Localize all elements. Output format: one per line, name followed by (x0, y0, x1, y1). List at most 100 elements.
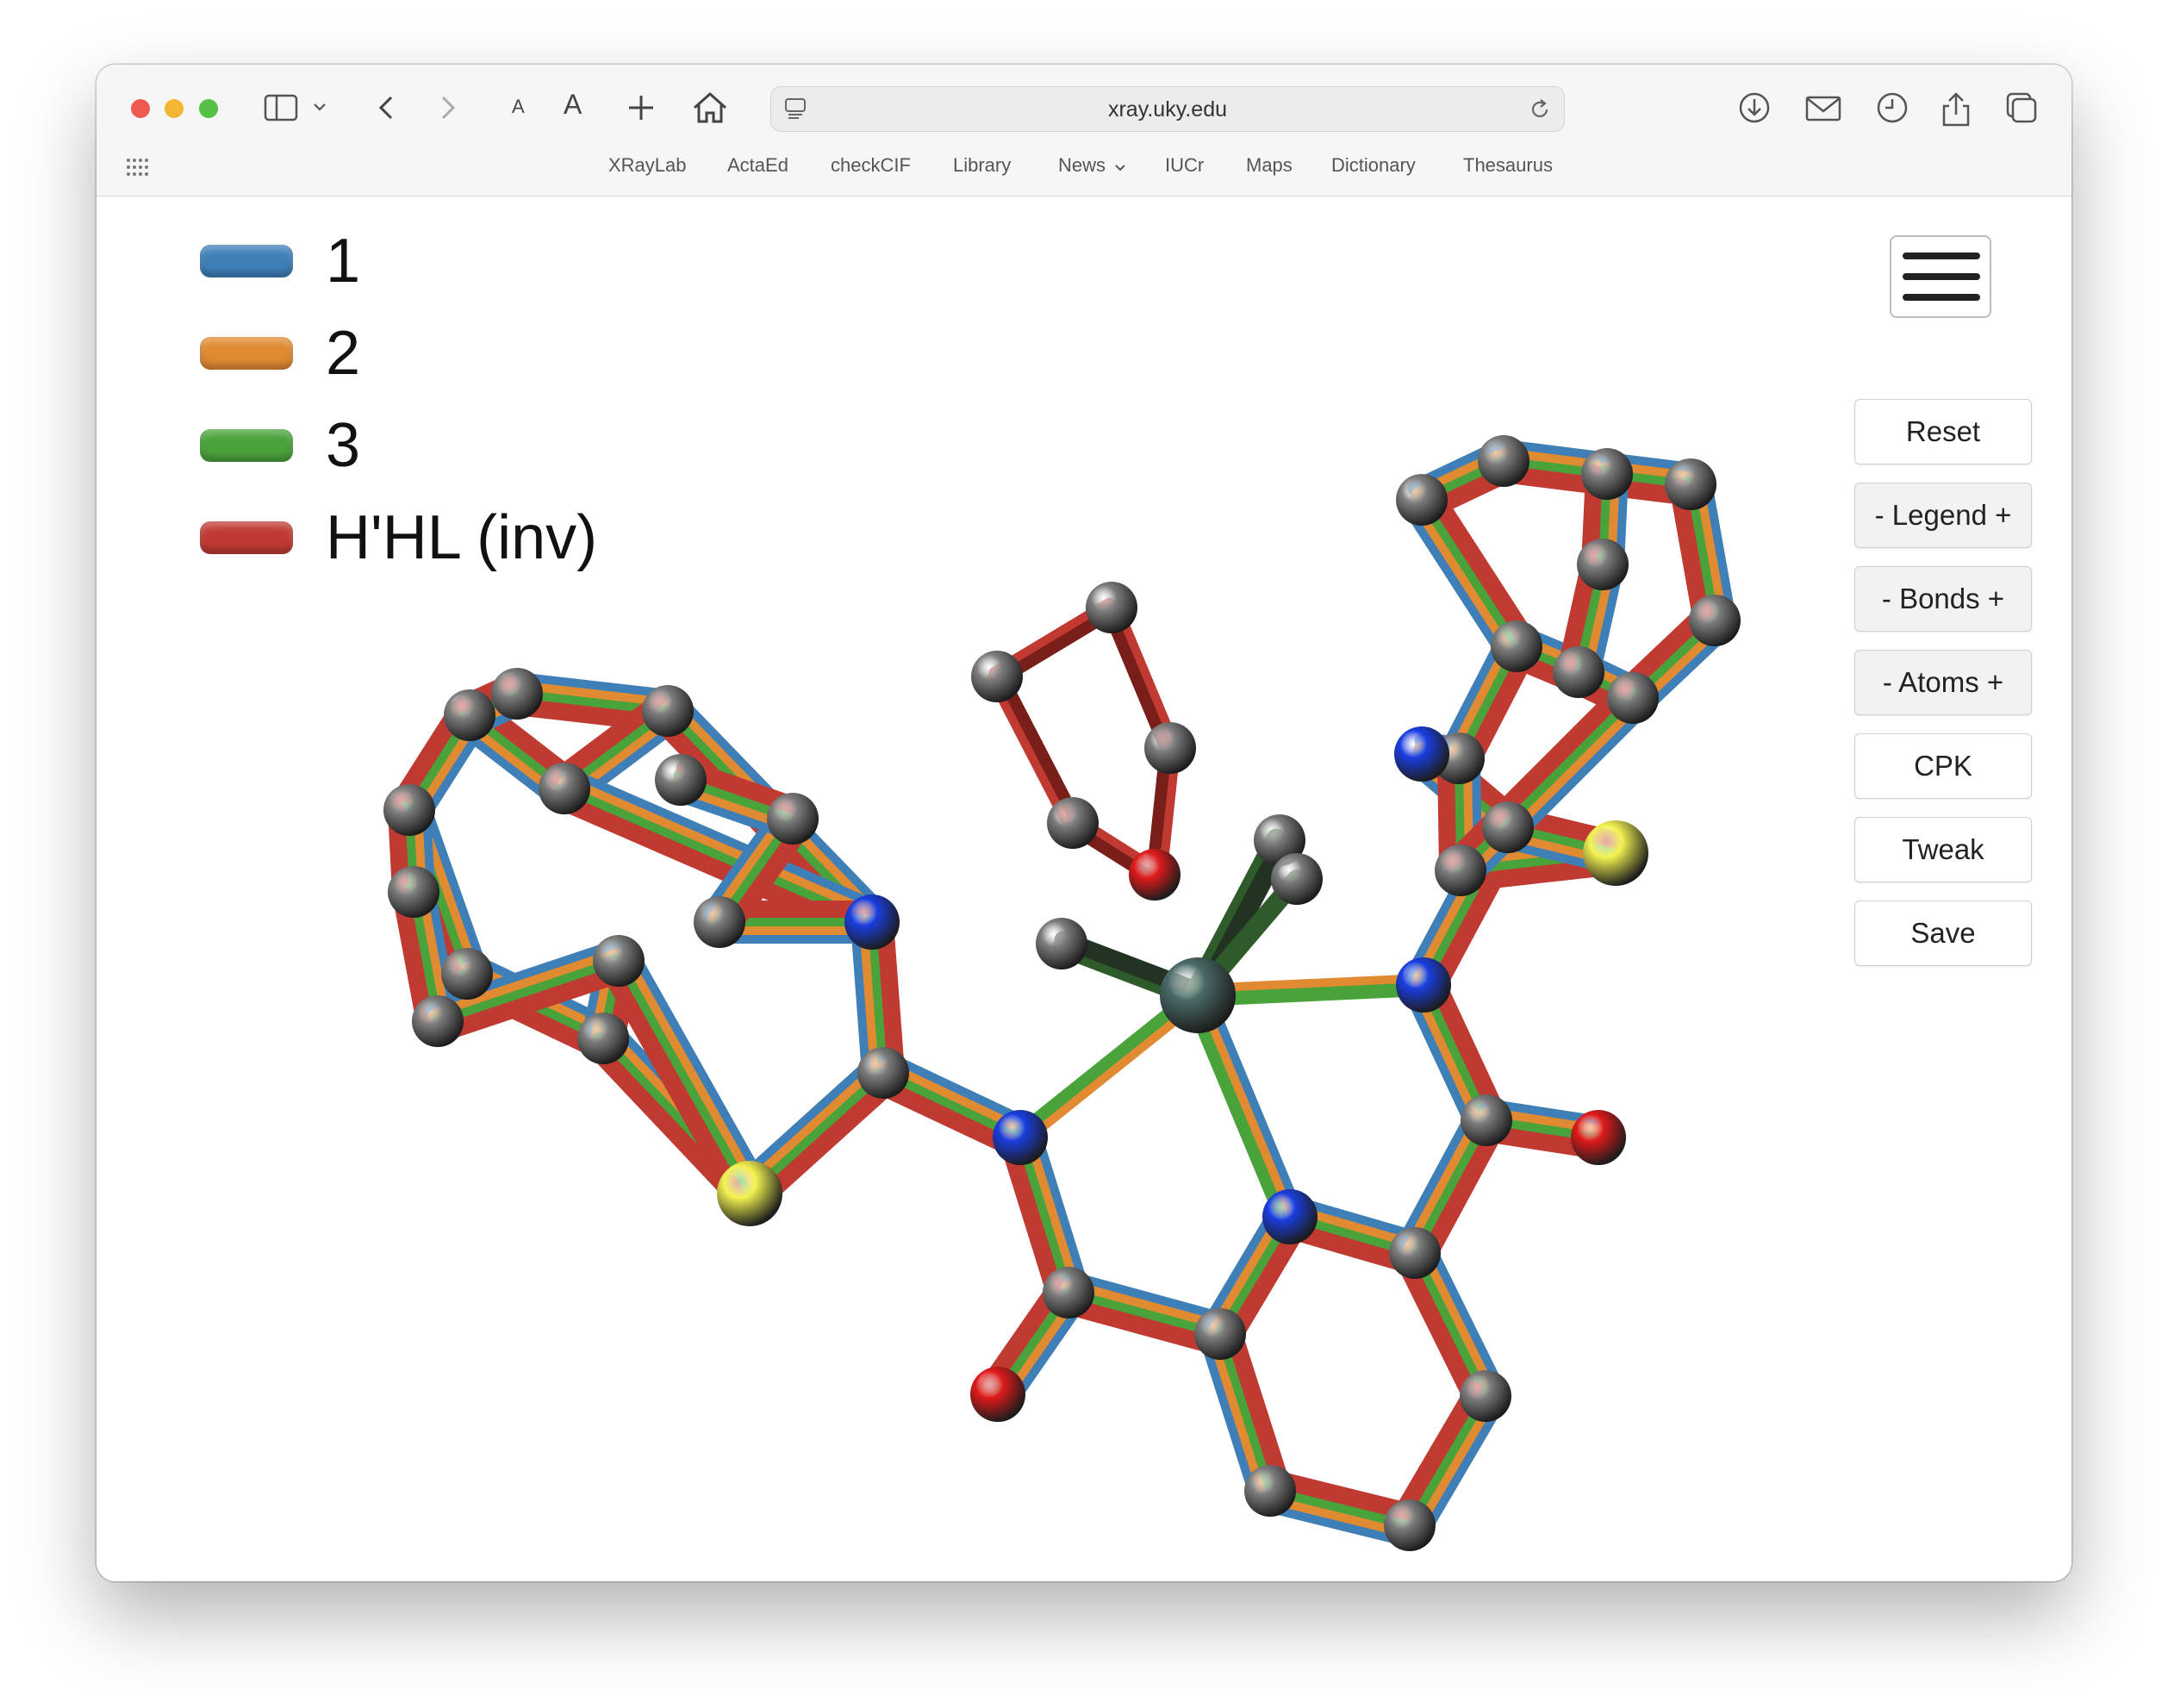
atom-carbon (1460, 1370, 1511, 1422)
bookmark-actaed[interactable]: ActaEd (727, 154, 788, 177)
back-icon[interactable] (374, 90, 400, 125)
atom-carbon (694, 896, 745, 948)
atom-carbon (441, 948, 493, 1000)
decrease-font-button[interactable]: A (512, 96, 525, 118)
bookmark-dictionary[interactable]: Dictionary (1331, 154, 1416, 177)
atom-carbon (1244, 1465, 1296, 1517)
atom-carbon (1581, 448, 1633, 500)
tabs-overview-icon[interactable] (2004, 90, 2039, 125)
atom-carbon (857, 1047, 909, 1099)
bookmark-checkcif[interactable]: checkCIF (831, 154, 911, 177)
atom-oxygen (970, 1367, 1025, 1422)
legend-swatch-1 (200, 245, 293, 277)
home-icon[interactable] (691, 90, 729, 125)
atom-carbon (971, 651, 1023, 702)
atom-carbon (1396, 474, 1448, 526)
forward-icon[interactable] (434, 90, 460, 125)
legend-label-1: 1 (326, 227, 361, 296)
molecule-3d-view[interactable] (97, 196, 2071, 1581)
atom-carbon (1689, 595, 1741, 646)
share-icon[interactable] (1941, 90, 1972, 128)
bookmark-iucr[interactable]: IUCr (1165, 154, 1204, 177)
atom-carbon (1389, 1227, 1441, 1279)
bookmark-news[interactable]: News (1058, 154, 1106, 177)
atom-nitrogen (844, 895, 900, 950)
legend-swatch-4 (200, 521, 293, 554)
atoms-size-button[interactable]: - Atoms + (1854, 650, 2032, 715)
reset-button[interactable]: Reset (1854, 399, 2032, 464)
mail-icon[interactable] (1804, 90, 1842, 125)
atom-carbon (444, 689, 495, 741)
atom-carbon (1482, 801, 1534, 853)
atom-carbon (642, 685, 694, 737)
atom-carbon (1194, 1308, 1246, 1360)
atom-carbon (1271, 853, 1323, 905)
favorites-bar: XRayLab ActaEd checkCIF Library News IUC… (97, 154, 2071, 189)
atom-carbon (1665, 458, 1716, 510)
reload-icon[interactable] (1528, 97, 1552, 122)
atom-carbon (1086, 582, 1137, 633)
atom-sulfur (717, 1161, 782, 1226)
atom-carbon (1478, 435, 1529, 487)
legend-label-3: 3 (326, 411, 361, 480)
browser-toolbar: A A xray.uky.edu XRayLab ActaEd checkCIF… (97, 65, 2071, 196)
downloads-icon[interactable] (1737, 90, 1772, 125)
atom-carbon (1607, 672, 1659, 724)
close-window-button[interactable] (131, 99, 150, 118)
bookmark-maps[interactable]: Maps (1246, 154, 1293, 177)
atom-carbon (412, 995, 464, 1047)
legend-swatch-3 (200, 429, 293, 462)
minimize-window-button[interactable] (165, 99, 184, 118)
atom-sulfur (1583, 820, 1648, 886)
atom-carbon (1553, 646, 1604, 698)
atom-carbon (1491, 620, 1542, 672)
atom-carbon (539, 763, 590, 814)
increase-font-button[interactable]: A (564, 89, 582, 121)
news-chevron-down-icon (1113, 161, 1127, 175)
bonds-size-button[interactable]: - Bonds + (1854, 566, 2032, 632)
atom-carbon (1384, 1499, 1436, 1551)
atom-nitrogen (993, 1110, 1048, 1165)
atom-carbon (1036, 918, 1087, 969)
save-button[interactable]: Save (1854, 901, 2032, 966)
atom-carbon (1144, 722, 1196, 774)
atom-carbon (577, 1013, 629, 1064)
atom-carbon (383, 784, 435, 836)
atom-carbon (1047, 797, 1099, 849)
browser-window: A A xray.uky.edu XRayLab ActaEd checkCIF… (97, 65, 2071, 1581)
viewer-page: 1 2 3 H'HL (inv) Reset - Legend + - Bond… (97, 196, 2071, 1581)
plus-icon[interactable] (626, 90, 657, 125)
bookmark-thesaurus[interactable]: Thesaurus (1463, 154, 1553, 177)
atom-carbon (491, 668, 543, 720)
atom-carbon (1577, 539, 1629, 590)
zoom-window-button[interactable] (199, 99, 218, 118)
tweak-button[interactable]: Tweak (1854, 817, 2032, 882)
atom-carbon (388, 866, 439, 918)
legend-label-2: 2 (326, 319, 361, 388)
menu-button[interactable] (1890, 235, 1991, 318)
sidebar-icon[interactable] (264, 90, 298, 125)
atom-carbon (767, 793, 819, 845)
history-icon[interactable] (1875, 90, 1909, 125)
atom-carbon (655, 754, 707, 806)
legend-swatch-2 (200, 337, 293, 370)
atom-nitrogen (1396, 957, 1451, 1013)
cpk-button[interactable]: CPK (1854, 733, 2032, 799)
apps-grid-icon[interactable] (126, 158, 148, 177)
bookmark-library[interactable]: Library (953, 154, 1011, 177)
atom-nitrogen (1394, 726, 1449, 782)
chevron-down-icon[interactable] (312, 99, 327, 115)
atom-oxygen (1571, 1110, 1626, 1165)
legend-size-button[interactable]: - Legend + (1854, 483, 2032, 548)
atom-carbon (1043, 1267, 1094, 1318)
atom-nitrogen (1262, 1189, 1318, 1244)
url-text: xray.uky.edu (1107, 97, 1228, 122)
atom-carbon (1435, 845, 1486, 896)
address-bar[interactable]: xray.uky.edu (770, 86, 1565, 132)
atom-metal (1160, 957, 1236, 1033)
hamburger-icon (1903, 252, 1980, 259)
atom-carbon (1461, 1094, 1512, 1146)
atom-oxygen (1129, 849, 1181, 901)
atom-carbon (593, 935, 645, 987)
bookmark-xraylab[interactable]: XRayLab (608, 154, 687, 177)
